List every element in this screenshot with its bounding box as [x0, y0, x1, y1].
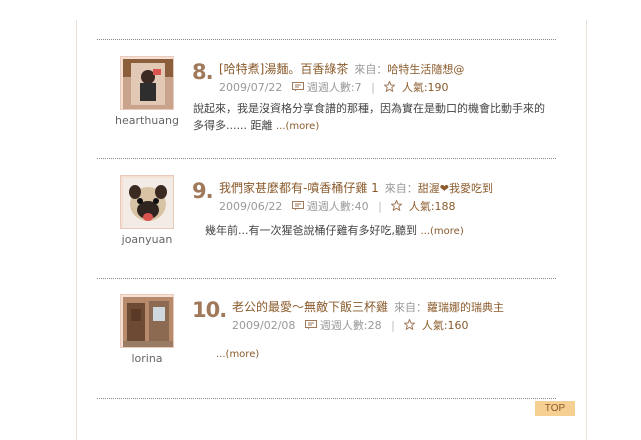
article-meta: 2009/06/22 週週人數:40 | 人氣:188 [219, 198, 456, 214]
from-label: 來自： [354, 63, 388, 76]
separator: | [378, 200, 382, 213]
article-meta: 2009/02/08 週週人數:28 | 人氣:160 [232, 317, 469, 333]
more-link[interactable]: ...(more) [276, 121, 319, 132]
star-icon [390, 199, 404, 214]
article-title[interactable]: [哈特煮]湯麵。百香綠茶 [219, 62, 348, 76]
username[interactable]: hearthuang [107, 114, 187, 127]
weekly-visitors: 週週人數:7 [306, 81, 362, 94]
post-date: 2009/02/08 [232, 319, 296, 332]
avatar[interactable] [120, 175, 174, 229]
popularity: 人氣:190 [401, 81, 449, 94]
popularity: 人氣:188 [408, 200, 456, 213]
article-meta: 2009/07/22 週週人數:7 | 人氣:190 [219, 79, 449, 95]
avatar[interactable] [120, 56, 174, 110]
comment-icon [291, 81, 304, 95]
article-title-row: 我們家甚麼都有-噴香桶仔雞 1 來自：甜渥❤我愛吃到 [219, 179, 493, 196]
excerpt-text: 幾年前...有一次猩爸說桶仔雞有多好吃,聽到 [205, 224, 421, 237]
comment-icon [304, 319, 317, 333]
article-title[interactable]: 我們家甚麼都有-噴香桶仔雞 1 [219, 181, 379, 195]
popular-articles-panel: hearthuang 8. [哈特煮]湯麵。百香綠茶 來自：哈特生活隨想@ 200… [76, 20, 587, 440]
article-title[interactable]: 老公的最愛～無敵下飯三杯雞 [232, 300, 388, 314]
article-excerpt: 幾年前...有一次猩爸說桶仔雞有多好吃,聽到 ...(more) [205, 222, 545, 240]
username[interactable]: lorina [107, 352, 187, 365]
rank-number: 9. [192, 179, 214, 203]
back-to-top-button[interactable]: TOP [535, 401, 575, 416]
post-date: 2009/07/22 [219, 81, 283, 94]
divider [97, 158, 556, 159]
article-title-row: 老公的最愛～無敵下飯三杯雞 來自：蘿瑞娜的瑞典主 [232, 298, 504, 315]
separator: | [371, 81, 375, 94]
star-icon [383, 80, 397, 95]
excerpt-text: 說起來，我是沒資格分享食譜的那種，因為實在是動口的機會比動手來的多得多.....… [193, 102, 545, 132]
blog-source[interactable]: 蘿瑞娜的瑞典主 [427, 301, 504, 314]
rank-number: 8. [192, 60, 214, 84]
post-date: 2009/06/22 [219, 200, 283, 213]
more-link[interactable]: ...(more) [420, 226, 463, 237]
divider [97, 39, 556, 40]
blog-source[interactable]: 甜渥❤我愛吃到 [418, 182, 493, 195]
separator: | [391, 319, 395, 332]
rank-number: 10. [192, 298, 227, 322]
user-photo-icon [123, 59, 173, 109]
more-link[interactable]: ...(more) [216, 349, 259, 360]
divider [97, 278, 556, 279]
door-photo-icon [123, 297, 173, 347]
avatar[interactable] [120, 294, 174, 348]
pug-photo-icon [123, 178, 173, 228]
popularity: 人氣:160 [421, 319, 469, 332]
divider [97, 398, 556, 399]
article-excerpt: 說起來，我是沒資格分享食譜的那種，因為實在是動口的機會比動手來的多得多.....… [193, 100, 553, 135]
star-icon [403, 318, 417, 333]
weekly-visitors: 週週人數:28 [319, 319, 382, 332]
from-label: 來自： [384, 182, 418, 195]
article-title-row: [哈特煮]湯麵。百香綠茶 來自：哈特生活隨想@ [219, 60, 464, 77]
blog-source[interactable]: 哈特生活隨想@ [387, 63, 464, 76]
from-label: 來自： [394, 301, 428, 314]
weekly-visitors: 週週人數:40 [306, 200, 369, 213]
article-excerpt: ...(more) [216, 345, 516, 363]
comment-icon [291, 200, 304, 214]
username[interactable]: joanyuan [107, 233, 187, 246]
